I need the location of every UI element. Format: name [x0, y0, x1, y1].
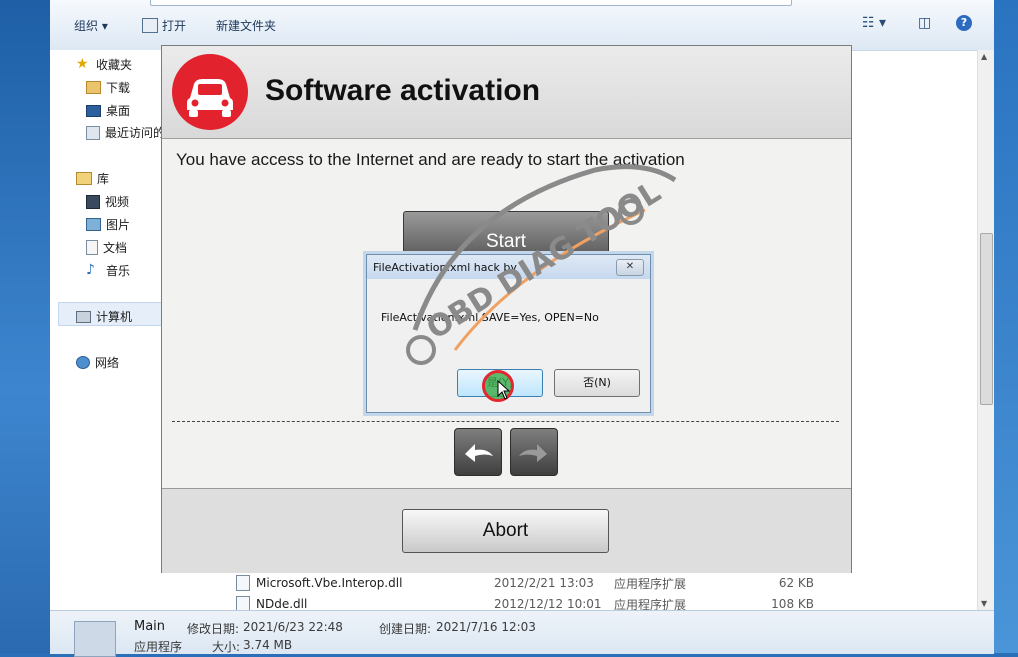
library-folder-icon: [76, 172, 92, 185]
picture-icon: [86, 218, 101, 231]
downloads-folder-icon: [86, 81, 101, 94]
back-button[interactable]: [454, 428, 502, 476]
network-icon: [76, 356, 90, 369]
file-name: NDde.dll: [256, 597, 308, 611]
desktop-background-left: [0, 0, 50, 653]
help-icon[interactable]: ?: [956, 15, 972, 31]
nav-label: 计算机: [96, 310, 133, 324]
car-icon: [187, 79, 233, 117]
nav-item-downloads[interactable]: 下载: [86, 79, 130, 96]
details-created-label: 创建日期:: [379, 622, 432, 636]
nav-label: 图片: [106, 218, 131, 232]
dialog-title: FileActivation.xml hack by: [373, 261, 517, 274]
computer-icon: [76, 310, 91, 323]
activation-header: Software activation: [162, 46, 851, 139]
organize-button[interactable]: 组织 ▾: [74, 17, 108, 34]
details-file-kind: 应用程序: [134, 640, 183, 654]
details-size-label: 大小:: [212, 640, 241, 654]
dialog-title-bar: FileActivation.xml hack by ✕: [367, 255, 650, 279]
open-icon: [142, 18, 158, 33]
open-label: 打开: [162, 19, 187, 33]
activation-title: Software activation: [265, 74, 541, 107]
close-icon[interactable]: ✕: [616, 259, 644, 276]
start-button[interactable]: Start: [403, 211, 609, 259]
desktop-background-right: [994, 0, 1018, 653]
nav-label: 最近访问的: [105, 126, 166, 140]
file-size: 108 KB: [771, 597, 814, 611]
nav-item-videos[interactable]: 视频: [86, 193, 129, 210]
mouse-pointer-icon: [497, 380, 511, 400]
new-folder-button[interactable]: 新建文件夹: [216, 17, 276, 34]
organize-label: 组织 ▾: [74, 19, 108, 33]
document-icon: [86, 240, 98, 255]
dll-file-icon: [236, 575, 250, 591]
view-options-icon[interactable]: ☷ ▾: [862, 15, 886, 31]
nav-item-pictures[interactable]: 图片: [86, 216, 130, 233]
file-size: 62 KB: [778, 576, 814, 590]
nav-label: 收藏夹: [96, 58, 133, 72]
file-row[interactable]: Microsoft.Vbe.Interop.dll 2012/2/21 13:0…: [236, 573, 814, 593]
details-modified-value: 2021/6/23 22:48: [243, 620, 343, 634]
details-pane: Main 应用程序 修改日期: 2021/6/23 22:48 创建日期: 20…: [50, 610, 994, 657]
music-note-icon: ♪: [86, 262, 95, 278]
forward-arrow-icon: [519, 444, 547, 462]
nav-item-computer[interactable]: 计算机: [76, 308, 132, 325]
file-name-cell: Microsoft.Vbe.Interop.dll: [236, 575, 494, 591]
scroll-up-icon[interactable]: ▲: [981, 52, 987, 61]
back-arrow-icon: [465, 444, 493, 462]
star-icon: ★: [76, 56, 89, 72]
details-modified-label: 修改日期:: [187, 622, 240, 636]
nav-label: 音乐: [106, 264, 131, 278]
new-folder-label: 新建文件夹: [216, 19, 277, 33]
file-type: 应用程序扩展: [614, 576, 687, 591]
address-bar[interactable]: [150, 0, 792, 6]
scroll-down-icon[interactable]: ▼: [981, 599, 987, 608]
separator-line: [172, 421, 839, 422]
nav-item-desktop[interactable]: 桌面: [86, 102, 130, 119]
open-button[interactable]: 打开: [142, 17, 186, 34]
nav-label: 视频: [105, 195, 130, 209]
nav-item-recent[interactable]: 最近访问的: [86, 124, 165, 141]
nav-label: 文档: [103, 241, 128, 255]
nav-label: 网络: [95, 356, 120, 370]
file-thumbnail-icon: [74, 621, 116, 657]
nav-item-music[interactable]: ♪ 音乐: [86, 262, 130, 279]
nav-label: 桌面: [106, 104, 131, 118]
nav-item-favorites[interactable]: ★ 收藏夹: [76, 56, 132, 73]
nav-item-documents[interactable]: 文档: [86, 239, 127, 256]
preview-pane-icon[interactable]: ◫: [918, 15, 931, 31]
details-created-value: 2021/7/16 12:03: [436, 620, 536, 634]
video-icon: [86, 194, 100, 209]
abort-button[interactable]: Abort: [402, 509, 609, 553]
activation-footer: Abort: [162, 488, 851, 573]
no-button[interactable]: 否(N): [554, 369, 640, 397]
nav-item-network[interactable]: 网络: [76, 354, 119, 371]
file-list-scrollbar[interactable]: ▲ ▼: [977, 50, 994, 610]
file-date: 2012/2/21 13:03: [494, 576, 594, 590]
desktop-icon: [86, 104, 101, 117]
dialog-message: FileActivation.xml SAVE=Yes, OPEN=No: [381, 311, 599, 324]
activation-message: You have access to the Internet and are …: [176, 150, 685, 169]
scroll-thumb[interactable]: [980, 233, 993, 405]
nav-label: 库: [97, 172, 110, 186]
forward-button[interactable]: [510, 428, 558, 476]
car-logo-icon: [172, 54, 248, 130]
file-date: 2012/12/12 10:01: [494, 597, 602, 611]
file-name: Microsoft.Vbe.Interop.dll: [256, 576, 403, 590]
nav-item-libraries[interactable]: 库: [76, 170, 109, 187]
details-file-name: Main: [134, 619, 166, 634]
recent-places-icon: [86, 125, 100, 140]
command-bar: 组织 ▾ 打开 新建文件夹 ☷ ▾ ◫ ?: [50, 0, 994, 51]
nav-label: 下载: [106, 81, 131, 95]
details-size-value: 3.74 MB: [243, 638, 293, 652]
